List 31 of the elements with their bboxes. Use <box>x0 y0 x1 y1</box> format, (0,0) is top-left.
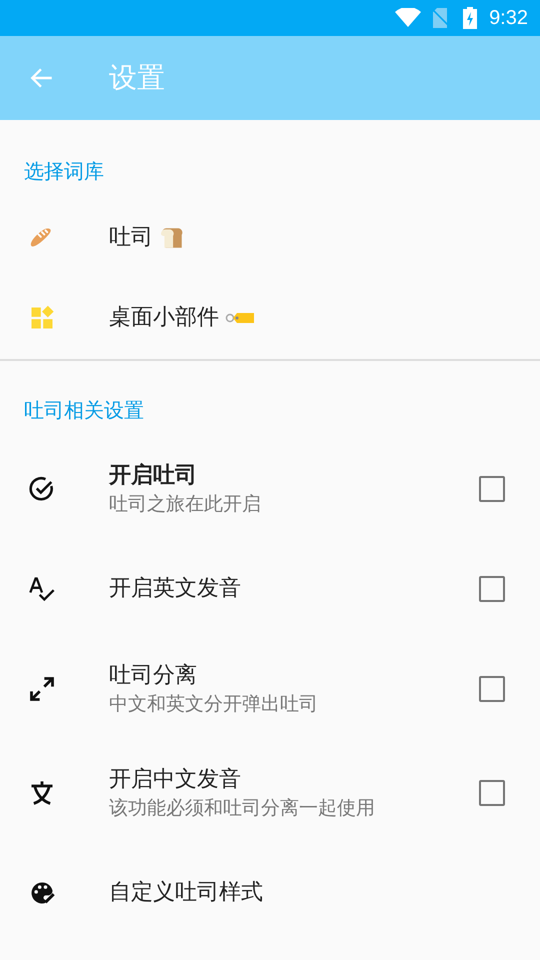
item-subtitle: 吐司之旅在此开启 <box>109 492 262 517</box>
spellcheck-icon <box>28 575 56 603</box>
item-subtitle: 中文和英文分开弹出吐司 <box>109 692 319 717</box>
settings-item[interactable]: 开启吐司 吐司之旅在此开启 <box>0 437 540 541</box>
item-title: 吐司分离 <box>109 662 197 690</box>
settings-item[interactable]: 吐司 <box>0 198 540 278</box>
settings-item[interactable]: 开启中文发音 该功能必须和吐司分离一起使用 <box>0 741 540 845</box>
item-title: 开启中文发音 <box>109 766 241 794</box>
screen-title: 设置 <box>109 60 165 96</box>
expand-icon <box>28 675 56 703</box>
section-header: 吐司相关设置 <box>23 397 145 424</box>
settings-item[interactable]: 自定义吐司样式 <box>0 845 540 941</box>
item-title: 桌面小部件 <box>109 304 219 332</box>
settings-item[interactable]: 开启英文发音 <box>0 541 540 637</box>
checkbox[interactable] <box>479 576 505 602</box>
check-circle-icon <box>28 475 56 503</box>
section-header: 选择词库 <box>23 158 105 185</box>
checkbox[interactable] <box>479 476 505 502</box>
checkbox[interactable] <box>479 676 505 702</box>
battery-icon <box>463 7 478 29</box>
item-title: 吐司 <box>109 224 153 252</box>
checkbox[interactable] <box>479 780 505 806</box>
status-time: 9:32 <box>489 6 528 30</box>
wifi-icon <box>395 8 422 28</box>
item-title: 自定义吐司样式 <box>109 879 263 907</box>
item-title: 开启吐司 <box>109 462 197 490</box>
item-title: 开启英文发音 <box>109 575 241 603</box>
settings-item[interactable]: 桌面小部件 <box>0 278 540 358</box>
settings-item[interactable]: 吐司分离 中文和英文分开弹出吐司 <box>0 637 540 741</box>
item-subtitle: 该功能必须和吐司分离一起使用 <box>109 796 376 821</box>
tag-icon <box>225 310 255 326</box>
